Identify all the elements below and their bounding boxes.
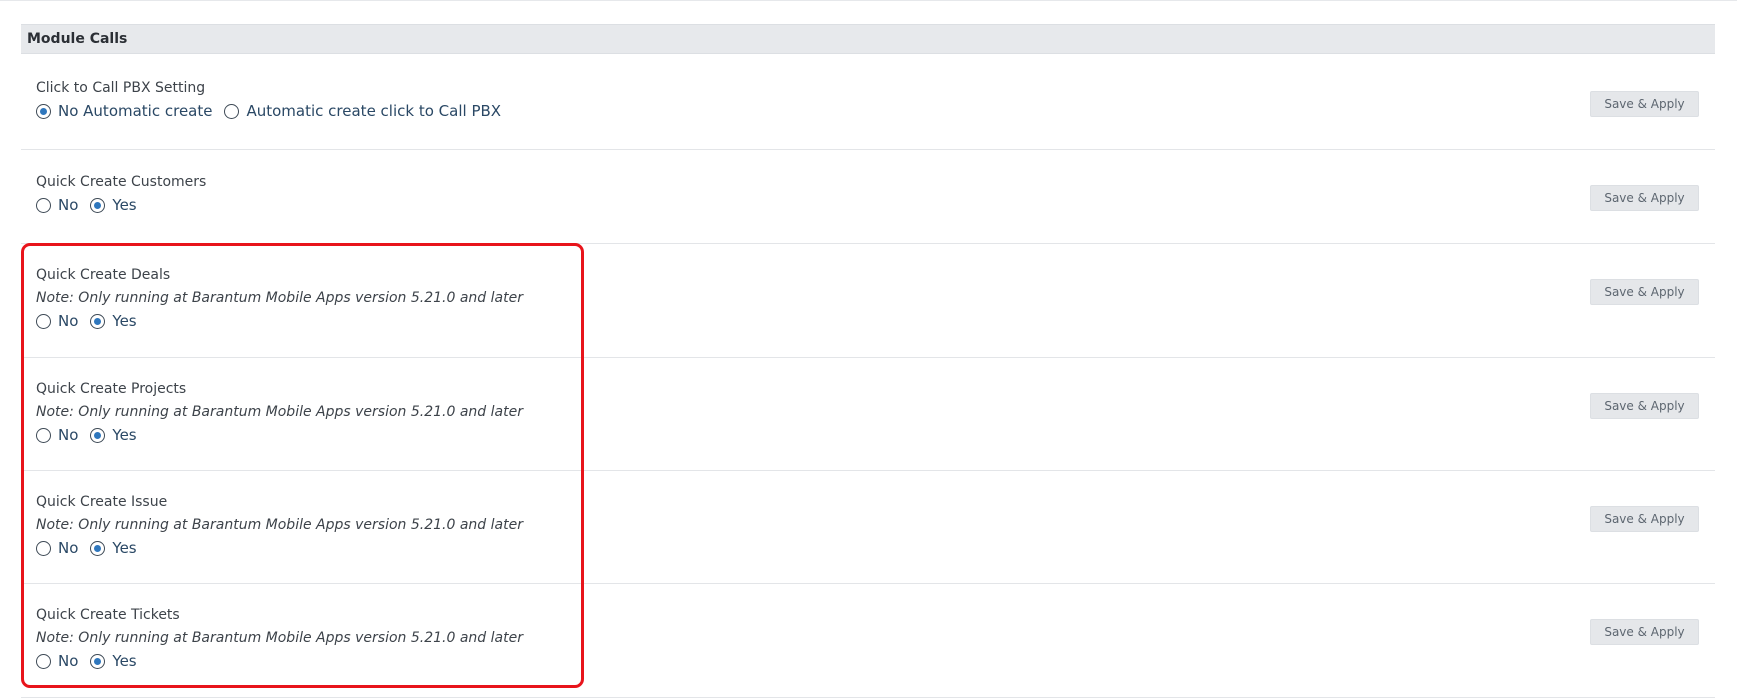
- radio-group: No Yes: [36, 196, 137, 214]
- radio-yes[interactable]: [90, 313, 106, 329]
- setting-label: Quick Create Tickets: [36, 607, 180, 623]
- radio-label[interactable]: No Automatic create: [58, 102, 212, 120]
- radio-group: No Yes: [36, 426, 137, 444]
- top-divider: [0, 0, 1737, 1]
- version-note: Note: Only running at Barantum Mobile Ap…: [36, 404, 523, 420]
- setting-row-quick-create-deals: Quick Create Deals Note: Only running at…: [21, 244, 1715, 358]
- setting-row-quick-create-projects: Quick Create Projects Note: Only running…: [21, 358, 1715, 471]
- radio-automatic-create[interactable]: [224, 103, 240, 119]
- version-note: Note: Only running at Barantum Mobile Ap…: [36, 290, 523, 306]
- radio-group: No Automatic create Automatic create cli…: [36, 102, 501, 120]
- radio-label[interactable]: No: [58, 312, 78, 330]
- radio-label[interactable]: Yes: [112, 652, 136, 670]
- radio-no[interactable]: [36, 197, 51, 213]
- setting-label: Quick Create Projects: [36, 381, 187, 397]
- radio-label[interactable]: No: [58, 539, 78, 557]
- radio-label[interactable]: Automatic create click to Call PBX: [246, 102, 501, 120]
- radio-label[interactable]: Yes: [112, 539, 136, 557]
- radio-group: No Yes: [36, 652, 137, 670]
- radio-no[interactable]: [36, 313, 51, 329]
- save-apply-button[interactable]: Save & Apply: [1590, 279, 1699, 305]
- setting-label: Click to Call PBX Setting: [36, 80, 206, 96]
- setting-row-quick-create-tickets: Quick Create Tickets Note: Only running …: [21, 584, 1715, 698]
- save-apply-button[interactable]: Save & Apply: [1590, 619, 1699, 645]
- version-note: Note: Only running at Barantum Mobile Ap…: [36, 630, 523, 646]
- panel-header: Module Calls: [21, 24, 1715, 54]
- radio-group: No Yes: [36, 539, 137, 557]
- setting-row-quick-create-issue: Quick Create Issue Note: Only running at…: [21, 471, 1715, 584]
- radio-label[interactable]: Yes: [112, 196, 136, 214]
- module-calls-panel: Module Calls Click to Call PBX Setting N…: [21, 24, 1715, 698]
- version-note: Note: Only running at Barantum Mobile Ap…: [36, 517, 523, 533]
- radio-no[interactable]: [36, 540, 51, 556]
- setting-row-quick-create-customers: Quick Create Customers No Yes Save & App…: [21, 150, 1715, 244]
- setting-label: Quick Create Deals: [36, 267, 171, 283]
- save-apply-button[interactable]: Save & Apply: [1590, 91, 1699, 117]
- radio-yes[interactable]: [90, 197, 106, 213]
- radio-label[interactable]: No: [58, 196, 78, 214]
- radio-label[interactable]: Yes: [112, 312, 136, 330]
- radio-label[interactable]: No: [58, 426, 78, 444]
- save-apply-button[interactable]: Save & Apply: [1590, 506, 1699, 532]
- save-apply-button[interactable]: Save & Apply: [1590, 393, 1699, 419]
- radio-no[interactable]: [36, 427, 51, 443]
- radio-group: No Yes: [36, 312, 137, 330]
- radio-label[interactable]: No: [58, 652, 78, 670]
- setting-row-click-to-call: Click to Call PBX Setting No Automatic c…: [21, 56, 1715, 150]
- section-title: Module Calls: [27, 31, 128, 47]
- setting-label: Quick Create Issue: [36, 494, 168, 510]
- radio-no-automatic-create[interactable]: [36, 103, 51, 119]
- radio-label[interactable]: Yes: [112, 426, 136, 444]
- setting-label: Quick Create Customers: [36, 174, 207, 190]
- save-apply-button[interactable]: Save & Apply: [1590, 185, 1699, 211]
- radio-no[interactable]: [36, 653, 51, 669]
- radio-yes[interactable]: [90, 653, 106, 669]
- radio-yes[interactable]: [90, 540, 106, 556]
- radio-yes[interactable]: [90, 427, 106, 443]
